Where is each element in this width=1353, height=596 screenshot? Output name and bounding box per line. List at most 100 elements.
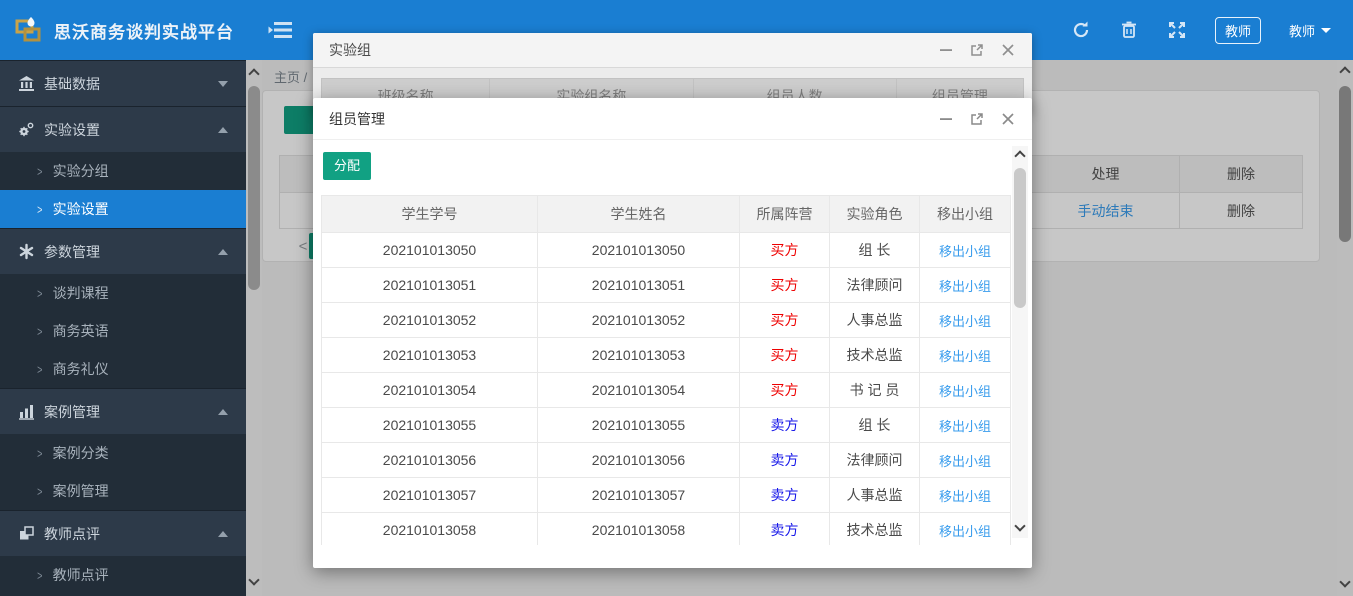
sidebar-group-basic-data[interactable]: 基础数据 — [0, 60, 246, 106]
member-row: 202101013052 202101013052 买方 人事总监 移出小组 — [322, 302, 1010, 337]
role-cell: 书 记 员 — [830, 372, 920, 407]
sidebar-item-label: 商务礼仪 — [53, 359, 109, 379]
app-title: 思沃商务谈判实战平台 — [54, 18, 234, 43]
close-icon[interactable] — [1000, 42, 1016, 58]
scrollbar-thumb[interactable] — [1014, 168, 1026, 308]
member-row: 202101013050 202101013050 买方 组 长 移出小组 — [322, 232, 1010, 267]
sidebar-group-label: 参数管理 — [44, 242, 218, 262]
teacher-badge[interactable]: 教师 — [1215, 17, 1261, 44]
sidebar-item-label: 实验设置 — [53, 199, 109, 219]
chevron-right-icon: > — [37, 286, 42, 301]
sidebar-item-experiment-grouping[interactable]: > 实验分组 — [0, 152, 246, 190]
sidebar-item-teacher-review[interactable]: > 教师点评 — [0, 556, 246, 594]
modal-titlebar[interactable]: 实验组 — [313, 33, 1032, 68]
role-cell: 法律顾问 — [830, 442, 920, 477]
modal-scrollbar[interactable] — [1012, 146, 1028, 538]
camp-cell: 买方 — [740, 302, 830, 337]
sidebar-group-teacher-review[interactable]: 教师点评 — [0, 510, 246, 556]
sidebar-item-case-management[interactable]: > 案例管理 — [0, 472, 246, 510]
asterisk-icon — [18, 243, 35, 260]
remove-from-group-link[interactable]: 移出小组 — [920, 477, 1010, 512]
chevron-right-icon: > — [37, 362, 42, 377]
member-row: 202101013058 202101013058 卖方 技术总监 移出小组 — [322, 512, 1010, 545]
remove-from-group-link[interactable]: 移出小组 — [920, 302, 1010, 337]
modal-body: 分配 学生学号 学生姓名 所属阵营 实验角色 移出小组 202101013050… — [313, 140, 1032, 545]
modal-title: 组员管理 — [329, 109, 938, 129]
student-name-cell: 202101013050 — [538, 232, 740, 267]
student-name-header: 学生姓名 — [538, 196, 740, 232]
student-name-cell: 202101013055 — [538, 407, 740, 442]
modal-titlebar[interactable]: 组员管理 — [313, 98, 1032, 140]
student-id-cell: 202101013055 — [322, 407, 538, 442]
camp-cell: 卖方 — [740, 512, 830, 545]
trash-icon[interactable] — [1119, 20, 1139, 40]
sidebar: 基础数据 实验设置 > 实验分组 > 实验设置 参数 — [0, 60, 246, 596]
sidebar-item-label: 案例管理 — [53, 481, 109, 501]
members-table: 学生学号 学生姓名 所属阵营 实验角色 移出小组 202101013050 20… — [321, 195, 1011, 545]
student-id-cell: 202101013050 — [322, 232, 538, 267]
sidebar-item-negotiation-course[interactable]: > 谈判课程 — [0, 274, 246, 312]
sidebar-group-case-management[interactable]: 案例管理 — [0, 388, 246, 434]
user-menu-label: 教师 — [1289, 21, 1315, 40]
role-cell: 组 长 — [830, 407, 920, 442]
member-row: 202101013056 202101013056 卖方 法律顾问 移出小组 — [322, 442, 1010, 477]
chevron-right-icon: > — [37, 568, 42, 583]
bar-chart-icon — [18, 403, 35, 420]
role-cell: 人事总监 — [830, 302, 920, 337]
student-name-cell: 202101013051 — [538, 267, 740, 302]
member-row: 202101013057 202101013057 卖方 人事总监 移出小组 — [322, 477, 1010, 512]
camp-cell: 卖方 — [740, 442, 830, 477]
student-id-cell: 202101013054 — [322, 372, 538, 407]
sidebar-item-label: 教师点评 — [53, 565, 109, 585]
remove-from-group-link[interactable]: 移出小组 — [920, 267, 1010, 302]
sidebar-group-experiment-settings[interactable]: 实验设置 — [0, 106, 246, 152]
maximize-icon[interactable] — [969, 111, 985, 127]
sidebar-item-case-categories[interactable]: > 案例分类 — [0, 434, 246, 472]
fullscreen-icon[interactable] — [1167, 20, 1187, 40]
camp-cell: 买方 — [740, 232, 830, 267]
scroll-up-icon[interactable] — [1014, 150, 1025, 161]
sidebar-item-business-etiquette[interactable]: > 商务礼仪 — [0, 350, 246, 388]
sidebar-group-label: 教师点评 — [44, 524, 218, 544]
sidebar-item-experiment-settings[interactable]: > 实验设置 — [0, 190, 246, 228]
student-id-cell: 202101013052 — [322, 302, 538, 337]
member-management-modal: 组员管理 分配 学生学号 学生姓名 所属阵营 实验角色 移出小组 — [313, 98, 1032, 568]
role-cell: 技术总监 — [830, 512, 920, 545]
caret-up-icon — [218, 127, 228, 133]
user-menu[interactable]: 教师 — [1289, 21, 1331, 40]
caret-up-icon — [218, 249, 228, 255]
chevron-right-icon: > — [37, 484, 42, 499]
sidebar-group-parameters[interactable]: 参数管理 — [0, 228, 246, 274]
sidebar-toggle-icon[interactable] — [268, 20, 294, 40]
minimize-icon[interactable] — [938, 42, 954, 58]
remove-from-group-link[interactable]: 移出小组 — [920, 407, 1010, 442]
member-row: 202101013054 202101013054 买方 书 记 员 移出小组 — [322, 372, 1010, 407]
camp-header: 所属阵营 — [740, 196, 830, 232]
student-name-cell: 202101013054 — [538, 372, 740, 407]
members-table-header-row: 学生学号 学生姓名 所属阵营 实验角色 移出小组 — [322, 196, 1010, 232]
chevron-right-icon: > — [37, 202, 42, 217]
minimize-icon[interactable] — [938, 111, 954, 127]
sidebar-item-label: 案例分类 — [53, 443, 109, 463]
close-icon[interactable] — [1000, 111, 1016, 127]
remove-from-group-link[interactable]: 移出小组 — [920, 232, 1010, 267]
maximize-icon[interactable] — [969, 42, 985, 58]
chevron-down-icon — [1321, 28, 1331, 33]
student-name-cell: 202101013056 — [538, 442, 740, 477]
brand: 思沃商务谈判实战平台 — [0, 0, 246, 60]
student-id-cell: 202101013056 — [322, 442, 538, 477]
student-id-cell: 202101013058 — [322, 512, 538, 545]
assign-button[interactable]: 分配 — [323, 152, 371, 180]
remove-from-group-link[interactable]: 移出小组 — [920, 372, 1010, 407]
sidebar-item-business-english[interactable]: > 商务英语 — [0, 312, 246, 350]
remove-from-group-link[interactable]: 移出小组 — [920, 442, 1010, 477]
role-cell: 技术总监 — [830, 337, 920, 372]
student-name-cell: 202101013052 — [538, 302, 740, 337]
remove-from-group-link[interactable]: 移出小组 — [920, 337, 1010, 372]
student-name-cell: 202101013057 — [538, 477, 740, 512]
remove-from-group-link[interactable]: 移出小组 — [920, 512, 1010, 545]
student-id-header: 学生学号 — [322, 196, 538, 232]
chevron-right-icon: > — [37, 324, 42, 339]
scroll-down-icon[interactable] — [1014, 520, 1025, 531]
refresh-icon[interactable] — [1071, 20, 1091, 40]
